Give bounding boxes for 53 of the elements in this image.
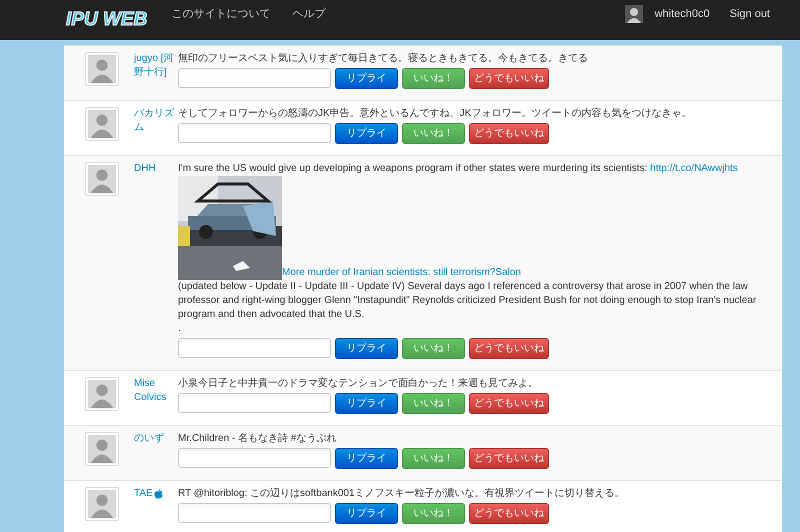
like-button[interactable]: いいね！ bbox=[402, 448, 465, 469]
tweet-text: 小泉今日子と中井貴一のドラマ変なテンションで面白かった！来週も見てみよ。 bbox=[178, 377, 539, 391]
link-description: (updated below - Update II - Update III - Update IV) Several days ago I referenced a controversy that arose in 2007 when the law professor and right-wing blogger Glenn "Instapundit" Reynolds criticized President Bush for not doing enough to stop Iran's nuclear program and then advocated that the U.S. bbox=[178, 280, 758, 322]
tweet-text: そしてフォロワーからの怒濤のJK申告。意外といるんですね、JKフォロワー。ツイートの内容も気をつけなきゃ。 bbox=[178, 107, 692, 121]
reply-input-field[interactable] bbox=[178, 503, 331, 523]
dislike-button[interactable]: どうでもいいね bbox=[469, 338, 549, 359]
like-button[interactable]: いいね！ bbox=[402, 68, 465, 89]
apple-icon bbox=[154, 489, 163, 499]
site-logo[interactable]: IPU WEB bbox=[66, 6, 148, 34]
reply-button[interactable]: リプライ bbox=[335, 448, 398, 469]
avatar bbox=[85, 377, 119, 411]
dislike-button[interactable]: どうでもいいね bbox=[469, 68, 549, 89]
user-name-link[interactable]: Mise Colvics bbox=[134, 377, 178, 405]
avatar bbox=[85, 162, 119, 196]
reply-input-field[interactable] bbox=[178, 123, 331, 143]
reply-button[interactable]: リプライ bbox=[335, 503, 398, 524]
reply-input-field[interactable] bbox=[178, 68, 331, 88]
avatar bbox=[85, 487, 119, 521]
avatar bbox=[85, 107, 119, 141]
tweet-text: 無印のフリースベスト気に入りすぎて毎日きてる。寝るときもきてる。今もきてる。きてる bbox=[178, 52, 589, 66]
dislike-button[interactable]: どうでもいいね bbox=[469, 503, 549, 524]
reply-input-field[interactable] bbox=[178, 393, 331, 413]
reply-button[interactable]: リプライ bbox=[335, 68, 398, 89]
user-name-link[interactable]: TAE bbox=[134, 487, 153, 501]
nav-link[interactable]: ヘルプ bbox=[292, 6, 326, 22]
dislike-button[interactable]: どうでもいいね bbox=[469, 393, 549, 414]
username-link[interactable]: whitech0c0 bbox=[654, 6, 710, 22]
tweet-text: RT @hitoriblog: この辺りはsoftbank001ミノフスキー粒子が濃いな。有視界ツイートに切り替える。 bbox=[178, 487, 626, 501]
link-title[interactable]: More murder of Iranian scientists: still terrorism?Salon bbox=[282, 266, 521, 280]
like-button[interactable]: いいね！ bbox=[402, 123, 465, 144]
user-name-link[interactable]: DHH bbox=[134, 162, 156, 176]
avatar bbox=[85, 52, 119, 86]
reply-button[interactable]: リプライ bbox=[335, 393, 398, 414]
tweet-link[interactable]: http://t.co/NAwwjhts bbox=[650, 163, 738, 174]
tweet-text: I'm sure the US would give up developing a weapons program if other states were murdering its scientists: http://t.co/NAwwjhts bbox=[178, 162, 739, 176]
like-button[interactable]: いいね！ bbox=[402, 338, 465, 359]
like-button[interactable]: いいね！ bbox=[402, 393, 465, 414]
user-name-link[interactable]: jugyo [河野十行] bbox=[134, 52, 178, 80]
reply-button[interactable]: リプライ bbox=[335, 123, 398, 144]
reply-input-field[interactable] bbox=[178, 448, 331, 468]
dislike-button[interactable]: どうでもいいね bbox=[469, 448, 549, 469]
reply-input-field[interactable] bbox=[178, 338, 331, 358]
user-name-link[interactable]: バカリズム bbox=[134, 107, 178, 135]
sign-out-link[interactable]: Sign out bbox=[730, 6, 770, 22]
avatar bbox=[85, 432, 119, 466]
avatar[interactable] bbox=[624, 5, 643, 23]
nav-link[interactable]: このサイトについて bbox=[171, 6, 270, 22]
reply-button[interactable]: リプライ bbox=[335, 338, 398, 359]
description-end: . bbox=[178, 322, 182, 336]
like-button[interactable]: いいね！ bbox=[402, 503, 465, 524]
user-name-link[interactable]: のいず bbox=[134, 432, 164, 446]
dislike-button[interactable]: どうでもいいね bbox=[469, 123, 549, 144]
tweet-text: Mr.Children - 名もなき詩 #なうぷれ bbox=[178, 432, 338, 446]
